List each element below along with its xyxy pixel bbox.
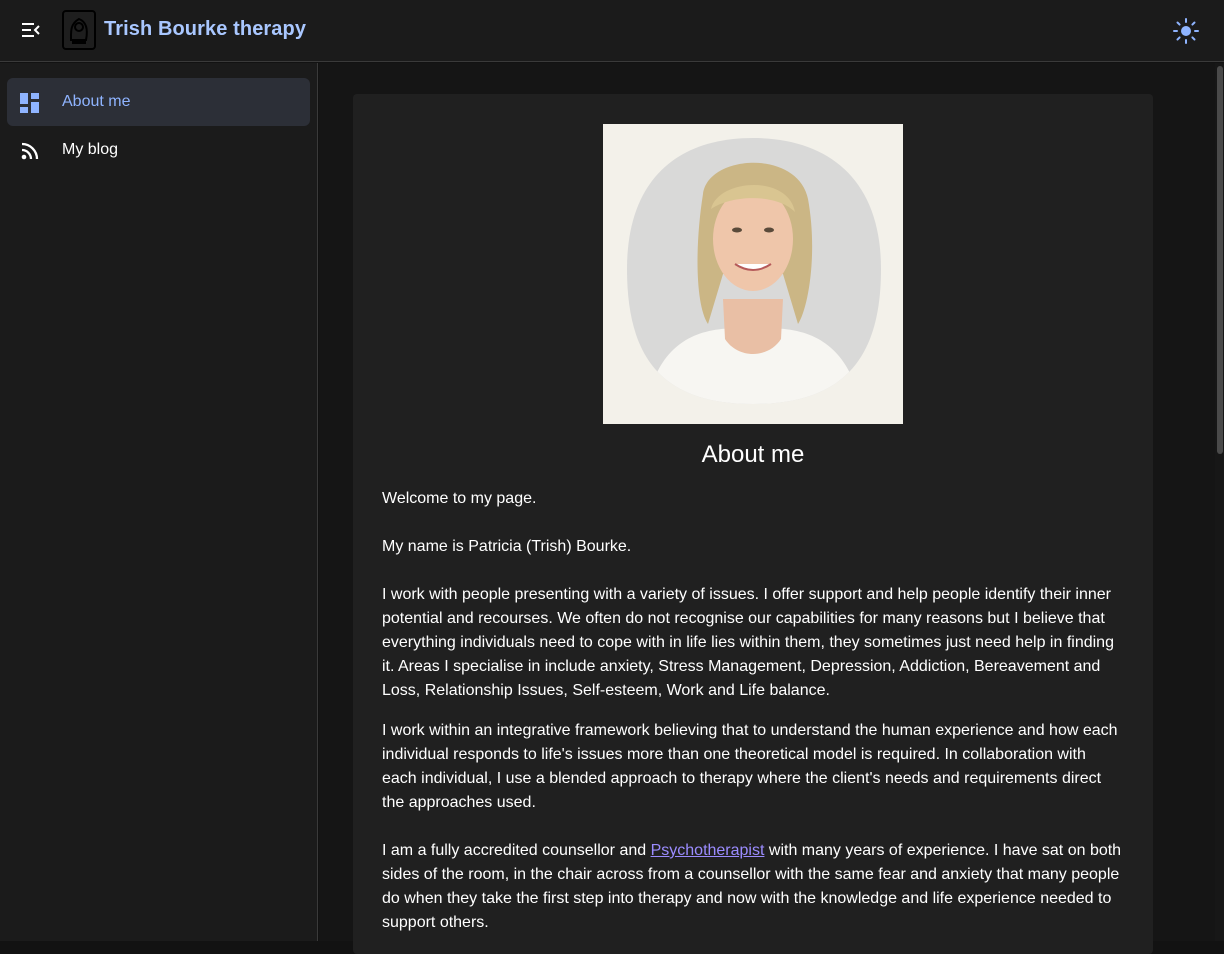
page-title: About me <box>701 441 805 468</box>
welcome-text: Welcome to my page. <box>382 490 537 507</box>
sidebar-item-about-me[interactable]: About me <box>7 78 310 126</box>
sidebar-item-my-blog[interactable]: My blog <box>7 126 310 174</box>
name-text: My name is Patricia (Trish) Bourke. <box>382 538 632 555</box>
sidebar-item-label: My blog <box>62 141 119 158</box>
sidebar: About me My blog <box>0 63 318 941</box>
sidebar-item-label: About me <box>62 93 131 110</box>
intro-paragraph: I work with people presenting with a var… <box>382 586 1114 699</box>
experience-text-start: I am a fully accredited counsellor and <box>382 842 651 859</box>
portrait-image <box>603 124 903 424</box>
menu-collapse-icon[interactable] <box>16 18 44 42</box>
dashboard-icon <box>19 92 41 114</box>
experience-paragraph: I am a fully accredited counsellor and P… <box>382 839 1124 935</box>
scrollbar-thumb[interactable] <box>1217 66 1223 454</box>
sun-icon[interactable] <box>1172 17 1200 45</box>
app-title[interactable]: Trish Bourke therapy <box>104 18 306 41</box>
top-app-bar: Trish Bourke therapy <box>0 0 1224 62</box>
logo-icon[interactable] <box>62 10 96 50</box>
approach-paragraph: I work within an integrative framework b… <box>382 722 1118 811</box>
psychotherapist-link[interactable]: Psychotherapist <box>651 842 765 859</box>
rss-icon <box>19 140 41 162</box>
about-text: Welcome to my page. My name is Patricia … <box>382 487 1124 935</box>
about-card: About me Welcome to my page. My name is … <box>353 94 1153 954</box>
